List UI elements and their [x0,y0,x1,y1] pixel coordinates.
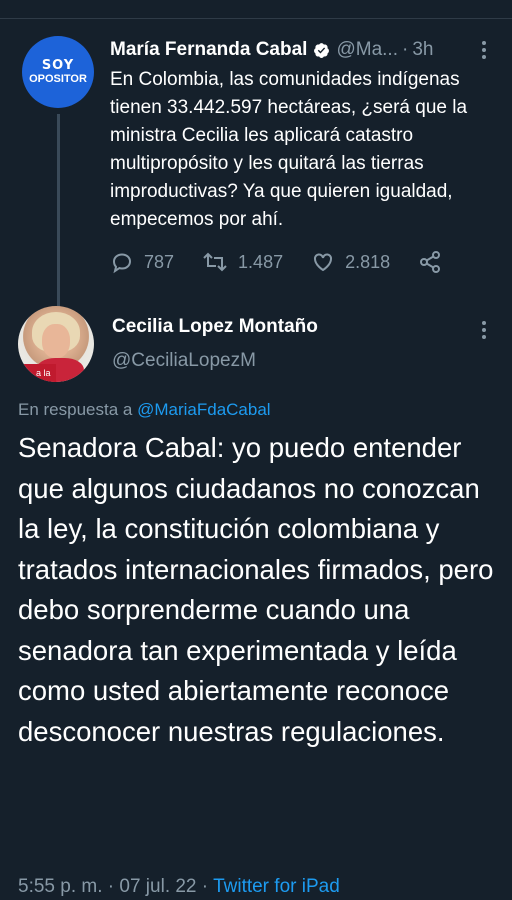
top-divider [0,18,512,19]
timestamp[interactable]: 3h [412,39,433,61]
retweet-button[interactable]: 1.487 [202,250,283,274]
tweet-source-link[interactable]: Twitter for iPad [213,876,340,897]
tweet-meta: 5:55 p. m. · 07 jul. 22 · Twitter for iP… [18,876,340,898]
separator: · [201,876,209,897]
avatar-text: OPOSITOR [29,72,87,85]
share-button[interactable] [418,250,452,274]
retweet-icon [203,252,227,272]
reply-button[interactable]: 787 [110,250,174,274]
tweet-text: Senadora Cabal: yo puedo entender que al… [18,432,494,747]
tweet-date[interactable]: 07 jul. 22 [119,876,196,897]
share-icon [420,251,441,273]
reply-icon [112,253,132,274]
tweet-header: María Fernanda Cabal @Ma... · 3h [110,38,500,62]
author-name[interactable]: María Fernanda Cabal [110,39,307,61]
tweet-time[interactable]: 5:55 p. m. [18,876,103,897]
reply-count: 787 [144,251,175,272]
avatar[interactable]: SOY OPOSITOR [22,36,94,108]
verified-icon [314,42,330,58]
more-icon[interactable] [478,318,490,342]
like-icon [314,253,333,272]
reply-prefix: En respuesta a [18,400,133,419]
avatar-badge: a la P [18,364,56,382]
avatar[interactable]: a la P [18,306,94,382]
separator: · [107,876,115,897]
author-name[interactable]: Cecilia Lopez Montaño [112,316,318,338]
thread-connector [57,114,60,324]
reply-context: En respuesta a @MariaFdaCabal [18,400,271,420]
more-icon[interactable] [478,38,490,62]
author-handle[interactable]: @CeciliaLopezM [112,350,256,372]
like-count: 2.818 [345,251,391,272]
retweet-count: 1.487 [238,251,284,272]
author-handle[interactable]: @Ma... [336,39,398,61]
tweet-text: En Colombia, las comunidades indígenas t… [110,69,468,230]
separator: · [401,39,409,60]
like-button[interactable]: 2.818 [311,250,390,274]
tweet-actions: 787 1.487 2.818 [110,248,441,276]
avatar-text: SOY [41,57,75,73]
reply-handle-link[interactable]: @MariaFdaCabal [137,400,270,419]
